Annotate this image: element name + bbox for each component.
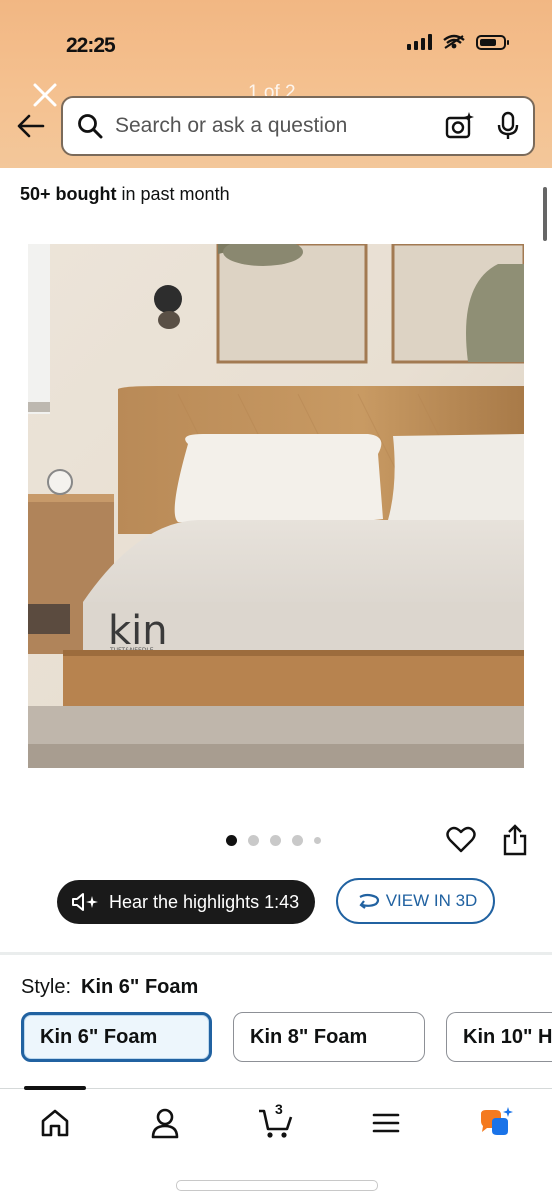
carousel-dot[interactable] xyxy=(292,835,303,846)
style-option[interactable]: Kin 8" Foam xyxy=(233,1012,425,1062)
hear-highlights-label: Hear the highlights 1:43 xyxy=(109,891,300,912)
vpn-icon xyxy=(443,34,465,49)
search-input[interactable] xyxy=(113,113,445,139)
cart-icon[interactable]: 3 xyxy=(255,1101,295,1143)
account-icon[interactable] xyxy=(145,1103,185,1143)
active-tab-indicator xyxy=(24,1086,86,1090)
carousel-dot[interactable] xyxy=(270,835,281,846)
heart-icon[interactable] xyxy=(446,826,476,854)
microphone-icon[interactable] xyxy=(497,111,519,141)
view-in-3d-button[interactable]: VIEW IN 3D xyxy=(336,878,495,924)
status-icons xyxy=(407,34,509,50)
carousel-dot[interactable] xyxy=(226,835,237,846)
carousel-dot[interactable] xyxy=(314,837,321,844)
cart-count: 3 xyxy=(275,1101,283,1117)
style-selected-value: Kin 6" Foam xyxy=(81,976,199,998)
style-label: Style: xyxy=(21,976,72,998)
home-icon[interactable] xyxy=(35,1103,75,1143)
search-icon xyxy=(78,114,103,139)
rufus-icon[interactable] xyxy=(476,1103,516,1143)
style-option[interactable]: Kin 6" Foam xyxy=(21,1012,212,1062)
app-header: 22:25 1 of 2 xyxy=(0,0,552,168)
hear-highlights-button[interactable]: Hear the highlights 1:43 xyxy=(57,880,315,924)
social-proof: 50+ bought in past month xyxy=(20,184,230,205)
bought-count: 50+ bought xyxy=(20,184,117,204)
view-in-3d-label: VIEW IN 3D xyxy=(385,891,478,910)
section-divider xyxy=(0,952,552,955)
status-time: 22:25 xyxy=(66,34,116,57)
home-indicator[interactable] xyxy=(176,1180,378,1191)
style-selector-label: Style: Kin 6" Foam xyxy=(21,976,198,999)
product-image[interactable]: kin TUFT&NEEDLE xyxy=(28,244,524,768)
bought-period: in past month xyxy=(116,184,230,204)
image-carousel-dots[interactable] xyxy=(226,835,321,846)
camera-search-icon[interactable] xyxy=(445,111,475,141)
scrollbar[interactable] xyxy=(543,187,547,241)
share-icon[interactable] xyxy=(502,824,528,856)
mattress-photo: kin TUFT&NEEDLE xyxy=(28,244,524,768)
battery-icon xyxy=(476,34,509,50)
carousel-dot[interactable] xyxy=(248,835,259,846)
back-arrow-icon[interactable] xyxy=(16,112,46,140)
menu-icon[interactable] xyxy=(366,1103,406,1143)
signal-icon xyxy=(407,34,432,50)
close-icon[interactable] xyxy=(30,80,60,110)
search-bar[interactable] xyxy=(61,96,535,156)
speaker-sparkle-icon xyxy=(72,893,98,911)
style-option[interactable]: Kin 10" Hy xyxy=(446,1012,552,1062)
rotate-3d-icon xyxy=(359,893,379,909)
